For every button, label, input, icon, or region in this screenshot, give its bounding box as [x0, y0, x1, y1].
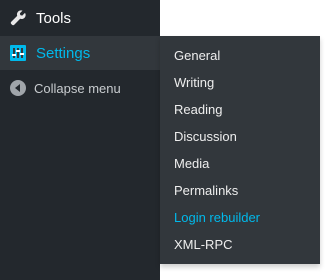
- submenu-item-writing[interactable]: Writing: [174, 69, 320, 96]
- submenu-item-media[interactable]: Media: [174, 150, 320, 177]
- submenu-item-discussion[interactable]: Discussion: [174, 123, 320, 150]
- collapse-menu-button[interactable]: Collapse menu: [0, 74, 160, 102]
- wrench-icon: [9, 9, 27, 27]
- sidebar-item-settings-label: Settings: [36, 44, 91, 62]
- sidebar-item-tools-label: Tools: [36, 9, 72, 27]
- submenu-item-xml-rpc[interactable]: XML-RPC: [174, 231, 320, 258]
- sidebar-item-tools[interactable]: Tools: [0, 0, 160, 36]
- admin-sidebar: Tools Settings Collapse menu: [0, 0, 161, 280]
- submenu-item-reading[interactable]: Reading: [174, 96, 320, 123]
- sliders-icon: [9, 44, 27, 62]
- settings-submenu: General Writing Reading Discussion Media…: [160, 36, 320, 264]
- submenu-item-general[interactable]: General: [174, 42, 320, 69]
- submenu-item-permalinks[interactable]: Permalinks: [174, 177, 320, 204]
- collapse-arrow-icon: [9, 79, 27, 97]
- collapse-menu-label: Collapse menu: [34, 80, 121, 96]
- sidebar-item-settings[interactable]: Settings: [0, 36, 161, 70]
- submenu-item-login-rebuilder[interactable]: Login rebuilder: [174, 204, 320, 231]
